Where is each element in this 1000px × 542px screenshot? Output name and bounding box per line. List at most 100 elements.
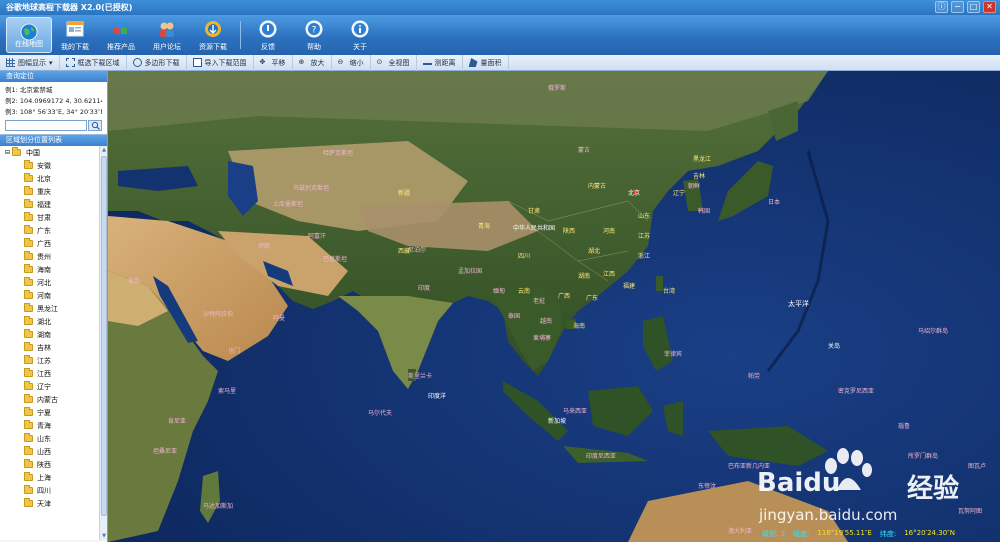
tree-item-label: 青海 (37, 421, 51, 430)
main-ribbon: 在线地图 我的下载 推荐产品 用户论坛 资源下载 反馈 ? 帮助 关于 (0, 15, 1000, 55)
zoom-out-tool[interactable]: ⊖ 缩小 (332, 54, 371, 71)
scroll-up-arrow[interactable]: ▲ (100, 146, 107, 154)
import-range-tool[interactable]: 导入下载范围 (187, 54, 254, 71)
maximize-button[interactable]: □ (967, 1, 980, 13)
tree-item[interactable]: 山东 (0, 432, 107, 445)
area-icon (468, 58, 478, 67)
folder-icon (24, 433, 33, 442)
tree-item[interactable]: 北京 (0, 172, 107, 185)
tree-item[interactable]: 天津 (0, 497, 107, 510)
latitude-label: 纬度: (879, 530, 897, 538)
full-extent-tool[interactable]: ⊙ 全视图 (371, 54, 417, 71)
scroll-thumb[interactable] (101, 156, 107, 516)
tree-item[interactable]: 青海 (0, 419, 107, 432)
tree-root-label: 中国 (26, 148, 41, 157)
measure-distance-tool[interactable]: 测距离 (417, 54, 463, 71)
tree-item[interactable]: 上海 (0, 471, 107, 484)
map-place-label: 也门 (228, 348, 241, 355)
tree-item[interactable]: 陕西 (0, 458, 107, 471)
map-place-label: 缅甸 (493, 288, 506, 295)
map-place-label: 马绍尔群岛 (918, 328, 949, 335)
tree-item[interactable]: 湖南 (0, 328, 107, 341)
tree-scrollbar[interactable]: ▲ ▼ (99, 146, 107, 540)
search-icon (91, 121, 100, 130)
tree-item-label: 广西 (37, 239, 51, 248)
my-downloads-button[interactable]: 我的下载 (52, 15, 98, 55)
minimize-button[interactable]: − (951, 1, 964, 13)
window-title: 谷歌地球高程下载器 X2.0(已授权) (6, 3, 133, 12)
user-forum-button[interactable]: 用户论坛 (144, 15, 190, 55)
folder-icon (24, 498, 33, 507)
tree-item[interactable]: 河北 (0, 276, 107, 289)
tree-item-label: 重庆 (37, 187, 51, 196)
download-window-icon (66, 21, 84, 37)
tree-item-label: 安徽 (37, 161, 51, 170)
tree-item[interactable]: 四川 (0, 484, 107, 497)
query-search-row (5, 120, 102, 131)
box-select-tool[interactable]: 框选下载区域 (60, 54, 127, 71)
tree-item[interactable]: 河南 (0, 289, 107, 302)
scroll-down-arrow[interactable]: ▼ (100, 532, 107, 540)
map-place-label: 新加坡 (548, 418, 567, 425)
tree-item[interactable]: 甘肃 (0, 211, 107, 224)
svg-text:?: ? (312, 26, 317, 36)
tree-item[interactable]: 湖北 (0, 315, 107, 328)
tree-item[interactable]: 安徽 (0, 159, 107, 172)
location-search-input[interactable] (5, 120, 87, 131)
tree-item[interactable]: 黑龙江 (0, 302, 107, 315)
tree-item-label: 甘肃 (37, 213, 51, 222)
tree-item-label: 江西 (37, 369, 51, 378)
map-place-label: 阿曼 (273, 315, 286, 322)
collapse-icon[interactable]: ⊟ (5, 149, 10, 156)
tool-label: 量面积 (480, 58, 502, 67)
map-place-label: 马尔代夫 (368, 410, 393, 417)
search-button[interactable] (88, 120, 102, 131)
tree-item[interactable]: 内蒙古 (0, 393, 107, 406)
tree-item[interactable]: 辽宁 (0, 380, 107, 393)
region-tree: ⊟ 中国 安徽北京重庆福建甘肃广东广西贵州海南河北 河南 黑龙江 湖北 湖南 吉林 江苏江西… (0, 146, 107, 540)
pan-tool[interactable]: ✥ 平移 (254, 54, 293, 71)
folder-icon (24, 212, 33, 221)
map-place-label: 孟加拉国 (458, 268, 483, 275)
tree-item[interactable]: 广东 (0, 224, 107, 237)
online-map-button[interactable]: 在线地图 (6, 17, 52, 53)
recommended-products-button[interactable]: 推荐产品 (98, 15, 144, 55)
about-button[interactable]: 关于 (337, 15, 383, 55)
close-button[interactable]: ✕ (983, 1, 996, 13)
users-icon (160, 22, 174, 37)
tree-item[interactable]: 吉林 (0, 341, 107, 354)
tree-item[interactable]: 贵州 (0, 250, 107, 263)
map-place-label: 哈萨克斯坦 (323, 150, 354, 157)
help-button[interactable]: ? 帮助 (291, 15, 337, 55)
ribbon-label: 推荐产品 (107, 43, 135, 51)
zoom-in-tool[interactable]: ⊕ 放大 (293, 54, 332, 71)
map-place-label: 肯尼亚 (168, 418, 187, 425)
polygon-download-tool[interactable]: 多边形下载 (127, 54, 187, 71)
tree-item[interactable]: 宁夏 (0, 406, 107, 419)
ribbon-label: 用户论坛 (153, 43, 181, 51)
tree-item-label: 北京 (37, 174, 51, 183)
tree-root-china[interactable]: ⊟ 中国 (0, 146, 107, 159)
tree-item[interactable]: 福建 (0, 198, 107, 211)
tree-item[interactable]: 广西 (0, 237, 107, 250)
map-place-label: 关岛 (828, 343, 841, 350)
sheet-display-tool[interactable]: 图幅显示 ▾ (0, 54, 60, 71)
help-icon: ? (305, 20, 323, 38)
tree-item[interactable]: 江西 (0, 367, 107, 380)
resource-download-icon (205, 21, 221, 37)
map-place-label: 江西 (603, 271, 616, 278)
help-window-button[interactable]: ⓘ (935, 1, 948, 13)
tree-item-label: 海南 (37, 265, 51, 274)
feedback-button[interactable]: 反馈 (245, 15, 291, 55)
tree-item[interactable]: 重庆 (0, 185, 107, 198)
measure-area-tool[interactable]: 量面积 (463, 54, 509, 71)
tree-item[interactable]: 海南 (0, 263, 107, 276)
longitude-value: 116°19′55.11″E (817, 529, 872, 537)
map-place-label: 北京 (628, 190, 641, 197)
satellite-map[interactable]: 俄罗斯 哈萨克斯坦 蒙古 中华人民共和国 印度 日本 北京 太平洋 印度洋 菲律宾 马来西亚 印度尼西… (108, 71, 1000, 542)
tree-item[interactable]: 山西 (0, 445, 107, 458)
tree-item[interactable]: 江苏 (0, 354, 107, 367)
folder-icon (24, 394, 33, 403)
folder-icon (24, 485, 33, 494)
resource-download-button[interactable]: 资源下载 (190, 15, 236, 55)
